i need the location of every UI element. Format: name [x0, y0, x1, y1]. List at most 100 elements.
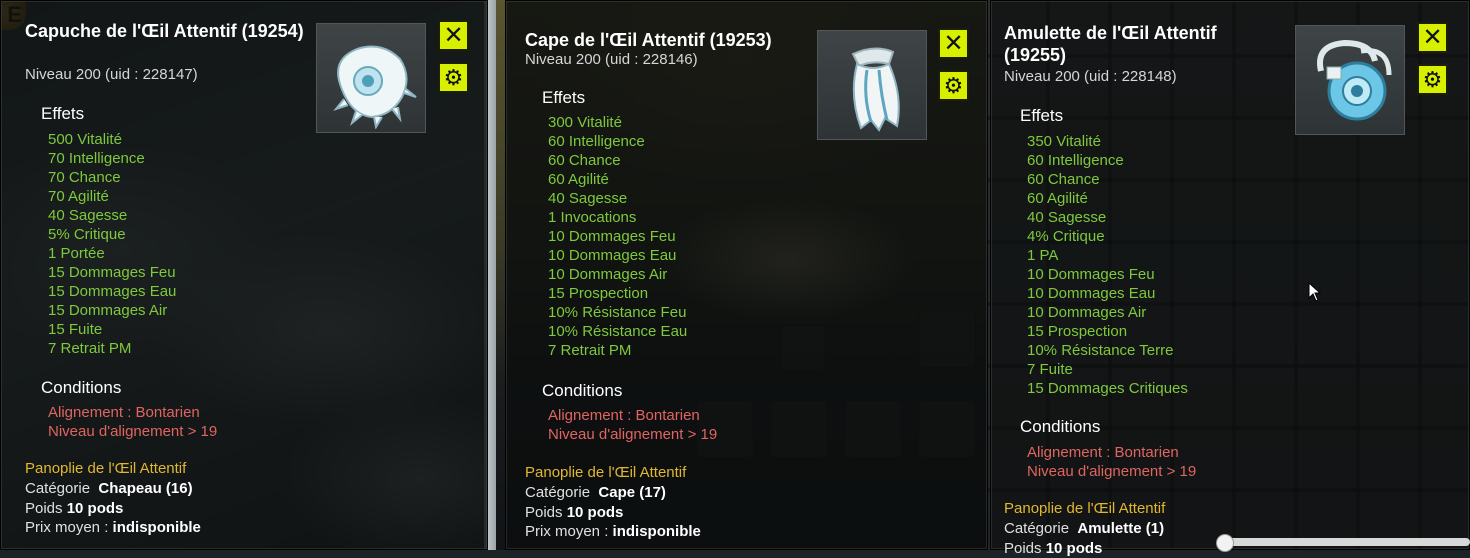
item-set-name: Panoplie de l'Œil Attentif — [1004, 500, 1166, 517]
effect-line: 70 Chance — [48, 169, 121, 186]
item-meta: Catégorie Amulette (1) Poids 10 pods — [1004, 519, 1164, 558]
item-set-name: Panoplie de l'Œil Attentif — [25, 460, 187, 477]
effect-line: 60 Chance — [1027, 171, 1100, 188]
conditions-title: Conditions — [41, 378, 122, 397]
effect-line: 60 Intelligence — [548, 133, 645, 150]
condition-line: Alignement : Bontarien — [548, 407, 700, 424]
effect-line: 15 Prospection — [548, 285, 649, 302]
effect-line: 10 Dommages Feu — [548, 228, 676, 245]
slider-handle[interactable] — [1216, 534, 1234, 552]
effect-line: 60 Chance — [548, 152, 621, 169]
item-tooltip-cape: Cape de l'Œil Attentif (19253) Niveau 20… — [505, 0, 988, 550]
slider-track[interactable] — [1218, 538, 1470, 546]
weight-value: 10 pods — [566, 503, 624, 521]
effect-line: 40 Sagesse — [1027, 209, 1107, 226]
effect-line: 5% Critique — [48, 226, 126, 243]
effect-line: 350 Vitalité — [1027, 133, 1101, 150]
conditions-title: Conditions — [542, 381, 623, 400]
item-name: Amulette de l'Œil Attentif (19255) — [1004, 23, 1217, 65]
effect-line: 10% Résistance Eau — [548, 323, 688, 340]
effect-line: 40 Sagesse — [48, 207, 128, 224]
effect-line: 10 Dommages Feu — [1027, 266, 1155, 283]
effect-line: 60 Agilité — [1027, 190, 1088, 207]
effect-line: 15 Dommages Critiques — [1027, 380, 1188, 397]
effects-title: Effets — [41, 104, 85, 123]
condition-line: Alignement : Bontarien — [48, 404, 200, 421]
settings-button[interactable]: ⚙ — [438, 62, 469, 93]
category-label: Catégorie — [525, 484, 591, 501]
condition-line: Alignement : Bontarien — [1027, 444, 1179, 461]
item-level: Niveau 200 (uid : 228146) — [525, 51, 698, 68]
effect-line: 7 Retrait PM — [548, 342, 632, 359]
item-level: Niveau 200 (uid : 228148) — [1004, 68, 1177, 85]
conditions-title: Conditions — [1020, 417, 1101, 436]
effect-line: 60 Agilité — [548, 171, 609, 188]
item-set-name: Panoplie de l'Œil Attentif — [525, 464, 687, 481]
effect-line: 60 Intelligence — [1027, 152, 1124, 169]
effect-line: 15 Fuite — [48, 321, 103, 338]
effect-line: 10 Dommages Air — [1027, 304, 1147, 321]
item-name: Cape de l'Œil Attentif (19253) — [525, 30, 772, 50]
close-button[interactable]: ✕ — [938, 28, 969, 59]
conditions-list: Alignement : Bontarien Niveau d'aligneme… — [1027, 443, 1196, 481]
weight-value: 10 pods — [1045, 539, 1103, 557]
condition-line: Niveau d'alignement > 19 — [48, 423, 218, 440]
effect-line: 15 Prospection — [1027, 323, 1128, 340]
effect-line: 15 Dommages Eau — [48, 283, 177, 300]
item-thumbnail — [1295, 25, 1405, 135]
category-label: Catégorie — [1004, 520, 1070, 537]
effect-line: 7 Retrait PM — [48, 340, 132, 357]
price-value: indisponible — [112, 519, 201, 536]
item-thumbnail — [316, 23, 426, 133]
effect-line: 1 PA — [1027, 247, 1059, 264]
condition-line: Niveau d'alignement > 19 — [1027, 463, 1197, 480]
effect-line: 15 Dommages Air — [48, 302, 168, 319]
effects-list: 500 Vitalité 70 Intelligence 70 Chance 7… — [48, 130, 176, 358]
item-tooltip-hood: Capuche de l'Œil Attentif (19254) Niveau… — [0, 0, 488, 550]
condition-line: Niveau d'alignement > 19 — [548, 426, 718, 443]
effect-line: 500 Vitalité — [48, 131, 122, 148]
effect-line: 70 Intelligence — [48, 150, 145, 167]
effects-title: Effets — [1020, 106, 1064, 125]
effect-line: 10% Résistance Terre — [1027, 342, 1174, 359]
category-value: Cape (17) — [598, 484, 666, 501]
weight-label: Poids — [1004, 539, 1042, 557]
category-value: Amulette (1) — [1077, 520, 1165, 537]
settings-button[interactable]: ⚙ — [938, 70, 969, 101]
price-label: Prix moyen : — [525, 523, 609, 540]
effect-line: 7 Fuite — [1027, 361, 1073, 378]
hood-icon — [333, 45, 417, 129]
effect-line: 1 Portée — [48, 245, 105, 262]
item-level: Niveau 200 (uid : 228147) — [25, 66, 198, 83]
effect-line: 15 Dommages Feu — [48, 264, 176, 281]
cape-icon — [851, 47, 900, 132]
close-button[interactable]: ✕ — [1417, 22, 1448, 53]
item-tooltip-amulet: Amulette de l'Œil Attentif (19255) Nivea… — [990, 0, 1470, 557]
effects-list: 300 Vitalité 60 Intelligence 60 Chance 6… — [548, 113, 687, 360]
item-thumbnail — [817, 30, 927, 140]
effect-line: 10 Dommages Eau — [548, 247, 677, 264]
item-name: Capuche de l'Œil Attentif (19254) — [25, 21, 304, 41]
effects-title: Effets — [542, 88, 586, 107]
close-button[interactable]: ✕ — [438, 20, 469, 51]
effect-line: 70 Agilité — [48, 188, 109, 205]
price-value: indisponible — [612, 523, 701, 540]
price-label: Prix moyen : — [25, 519, 109, 536]
effect-line: 10% Résistance Feu — [548, 304, 687, 321]
conditions-list: Alignement : Bontarien Niveau d'aligneme… — [48, 403, 217, 441]
effects-list: 350 Vitalité 60 Intelligence 60 Chance 6… — [1027, 132, 1188, 398]
category-value: Chapeau (16) — [98, 480, 193, 497]
effect-line: 4% Critique — [1027, 228, 1105, 245]
settings-button[interactable]: ⚙ — [1417, 64, 1448, 95]
item-meta: Catégorie Cape (17) Poids 10 pods Prix m… — [525, 483, 701, 542]
conditions-list: Alignement : Bontarien Niveau d'aligneme… — [548, 406, 717, 444]
mouse-cursor-icon — [1308, 282, 1322, 302]
effect-line: 300 Vitalité — [548, 114, 622, 131]
category-label: Catégorie — [25, 480, 91, 497]
weight-label: Poids — [525, 503, 563, 521]
effect-line: 10 Dommages Eau — [1027, 285, 1156, 302]
weight-label: Poids — [25, 499, 63, 517]
item-meta: Catégorie Chapeau (16) Poids 10 pods Pri… — [25, 479, 201, 538]
effect-line: 1 Invocations — [548, 209, 637, 226]
weight-value: 10 pods — [66, 499, 124, 517]
